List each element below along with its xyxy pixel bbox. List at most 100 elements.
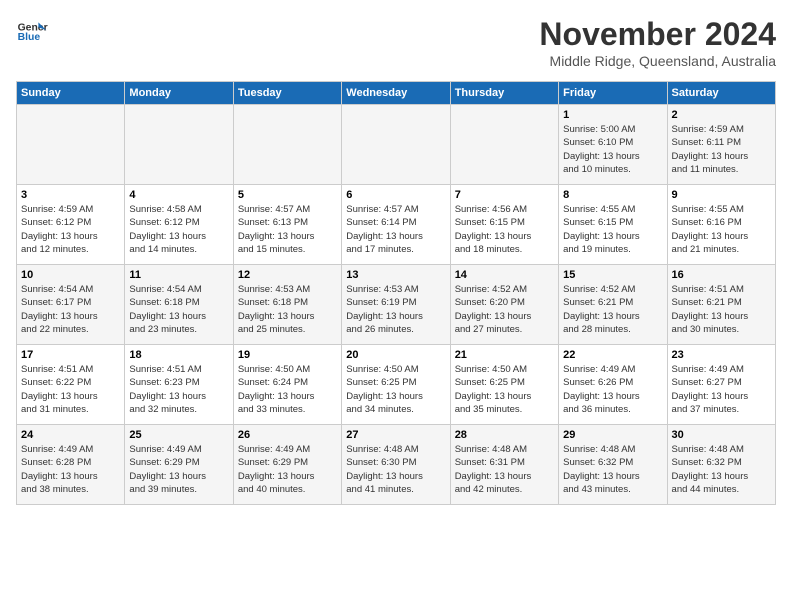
calendar-cell: 11 Sunrise: 4:54 AM Sunset: 6:18 PM Dayli… [125,265,233,345]
calendar-cell: 23 Sunrise: 4:49 AM Sunset: 6:27 PM Dayli… [667,345,775,425]
day-number: 5 [238,189,337,201]
column-header-friday: Friday [559,82,667,105]
column-header-wednesday: Wednesday [342,82,450,105]
day-number: 19 [238,349,337,361]
day-info: Sunrise: 4:53 AM Sunset: 6:18 PM Dayligh… [238,283,337,336]
day-number: 23 [672,349,771,361]
calendar-cell: 3 Sunrise: 4:59 AM Sunset: 6:12 PM Daylig… [17,185,125,265]
day-info: Sunrise: 4:48 AM Sunset: 6:32 PM Dayligh… [672,443,771,496]
calendar-cell: 8 Sunrise: 4:55 AM Sunset: 6:15 PM Daylig… [559,185,667,265]
calendar-cell: 9Sunrise: 4:55 AM Sunset: 6:16 PM Daylig… [667,185,775,265]
day-number: 3 [21,189,120,201]
day-number: 11 [129,269,228,281]
calendar-cell: 10 Sunrise: 4:54 AM Sunset: 6:17 PM Dayli… [17,265,125,345]
logo: General Blue [16,16,48,48]
calendar-cell: 12 Sunrise: 4:53 AM Sunset: 6:18 PM Dayli… [233,265,341,345]
svg-text:Blue: Blue [18,32,41,43]
calendar-cell: 30 Sunrise: 4:48 AM Sunset: 6:32 PM Dayli… [667,425,775,505]
day-info: Sunrise: 4:48 AM Sunset: 6:30 PM Dayligh… [346,443,445,496]
calendar-cell [450,105,558,185]
day-info: Sunrise: 4:52 AM Sunset: 6:20 PM Dayligh… [455,283,554,336]
calendar-cell: 18 Sunrise: 4:51 AM Sunset: 6:23 PM Dayli… [125,345,233,425]
day-info: Sunrise: 4:56 AM Sunset: 6:15 PM Dayligh… [455,203,554,256]
page-title: November 2024 [539,16,776,53]
column-header-thursday: Thursday [450,82,558,105]
calendar-cell: 25 Sunrise: 4:49 AM Sunset: 6:29 PM Dayli… [125,425,233,505]
calendar-cell: 24 Sunrise: 4:49 AM Sunset: 6:28 PM Dayli… [17,425,125,505]
day-number: 20 [346,349,445,361]
day-number: 8 [563,189,662,201]
day-info: Sunrise: 4:57 AM Sunset: 6:13 PM Dayligh… [238,203,337,256]
day-info: Sunrise: 4:55 AM Sunset: 6:15 PM Dayligh… [563,203,662,256]
day-number: 29 [563,429,662,441]
day-number: 10 [21,269,120,281]
calendar-cell [125,105,233,185]
day-info: Sunrise: 4:59 AM Sunset: 6:11 PM Dayligh… [672,123,771,176]
calendar-table: SundayMondayTuesdayWednesdayThursdayFrid… [16,81,776,505]
day-number: 16 [672,269,771,281]
week-row: 10 Sunrise: 4:54 AM Sunset: 6:17 PM Dayli… [17,265,776,345]
calendar-cell: 27Sunrise: 4:48 AM Sunset: 6:30 PM Dayli… [342,425,450,505]
day-number: 6 [346,189,445,201]
day-info: Sunrise: 4:49 AM Sunset: 6:29 PM Dayligh… [238,443,337,496]
day-info: Sunrise: 4:54 AM Sunset: 6:17 PM Dayligh… [21,283,120,336]
day-number: 7 [455,189,554,201]
day-number: 13 [346,269,445,281]
day-info: Sunrise: 4:52 AM Sunset: 6:21 PM Dayligh… [563,283,662,336]
page-header: General Blue November 2024 Middle Ridge,… [16,16,776,69]
day-info: Sunrise: 4:49 AM Sunset: 6:28 PM Dayligh… [21,443,120,496]
day-number: 12 [238,269,337,281]
day-info: Sunrise: 4:59 AM Sunset: 6:12 PM Dayligh… [21,203,120,256]
day-info: Sunrise: 4:51 AM Sunset: 6:21 PM Dayligh… [672,283,771,336]
day-number: 30 [672,429,771,441]
day-info: Sunrise: 4:49 AM Sunset: 6:29 PM Dayligh… [129,443,228,496]
day-info: Sunrise: 4:54 AM Sunset: 6:18 PM Dayligh… [129,283,228,336]
day-info: Sunrise: 5:00 AM Sunset: 6:10 PM Dayligh… [563,123,662,176]
day-info: Sunrise: 4:58 AM Sunset: 6:12 PM Dayligh… [129,203,228,256]
day-number: 25 [129,429,228,441]
day-info: Sunrise: 4:51 AM Sunset: 6:22 PM Dayligh… [21,363,120,416]
calendar-cell: 26 Sunrise: 4:49 AM Sunset: 6:29 PM Dayli… [233,425,341,505]
week-row: 3 Sunrise: 4:59 AM Sunset: 6:12 PM Daylig… [17,185,776,265]
calendar-cell: 21Sunrise: 4:50 AM Sunset: 6:25 PM Dayli… [450,345,558,425]
week-row: 24 Sunrise: 4:49 AM Sunset: 6:28 PM Dayli… [17,425,776,505]
title-area: November 2024 Middle Ridge, Queensland, … [539,16,776,69]
day-number: 4 [129,189,228,201]
calendar-cell: 5 Sunrise: 4:57 AM Sunset: 6:13 PM Daylig… [233,185,341,265]
calendar-cell: 22Sunrise: 4:49 AM Sunset: 6:26 PM Dayli… [559,345,667,425]
day-info: Sunrise: 4:57 AM Sunset: 6:14 PM Dayligh… [346,203,445,256]
day-number: 17 [21,349,120,361]
day-info: Sunrise: 4:51 AM Sunset: 6:23 PM Dayligh… [129,363,228,416]
calendar-cell [342,105,450,185]
column-header-monday: Monday [125,82,233,105]
calendar-cell: 19 Sunrise: 4:50 AM Sunset: 6:24 PM Dayli… [233,345,341,425]
column-header-saturday: Saturday [667,82,775,105]
day-info: Sunrise: 4:50 AM Sunset: 6:24 PM Dayligh… [238,363,337,416]
day-info: Sunrise: 4:55 AM Sunset: 6:16 PM Dayligh… [672,203,771,256]
calendar-cell: 17 Sunrise: 4:51 AM Sunset: 6:22 PM Dayli… [17,345,125,425]
day-info: Sunrise: 4:50 AM Sunset: 6:25 PM Dayligh… [346,363,445,416]
calendar-cell: 14Sunrise: 4:52 AM Sunset: 6:20 PM Dayli… [450,265,558,345]
calendar-cell: 20 Sunrise: 4:50 AM Sunset: 6:25 PM Dayli… [342,345,450,425]
day-info: Sunrise: 4:49 AM Sunset: 6:26 PM Dayligh… [563,363,662,416]
calendar-cell: 4 Sunrise: 4:58 AM Sunset: 6:12 PM Daylig… [125,185,233,265]
calendar-cell: 16 Sunrise: 4:51 AM Sunset: 6:21 PM Dayli… [667,265,775,345]
week-row: 1Sunrise: 5:00 AM Sunset: 6:10 PM Daylig… [17,105,776,185]
calendar-cell: 1Sunrise: 5:00 AM Sunset: 6:10 PM Daylig… [559,105,667,185]
day-number: 15 [563,269,662,281]
logo-icon: General Blue [16,16,48,48]
day-number: 24 [21,429,120,441]
calendar-cell: 15 Sunrise: 4:52 AM Sunset: 6:21 PM Dayli… [559,265,667,345]
calendar-cell [17,105,125,185]
day-number: 26 [238,429,337,441]
day-number: 18 [129,349,228,361]
header-row: SundayMondayTuesdayWednesdayThursdayFrid… [17,82,776,105]
day-info: Sunrise: 4:49 AM Sunset: 6:27 PM Dayligh… [672,363,771,416]
column-header-tuesday: Tuesday [233,82,341,105]
day-number: 2 [672,109,771,121]
day-number: 28 [455,429,554,441]
day-info: Sunrise: 4:50 AM Sunset: 6:25 PM Dayligh… [455,363,554,416]
calendar-cell: 28Sunrise: 4:48 AM Sunset: 6:31 PM Dayli… [450,425,558,505]
day-info: Sunrise: 4:53 AM Sunset: 6:19 PM Dayligh… [346,283,445,336]
calendar-cell [233,105,341,185]
